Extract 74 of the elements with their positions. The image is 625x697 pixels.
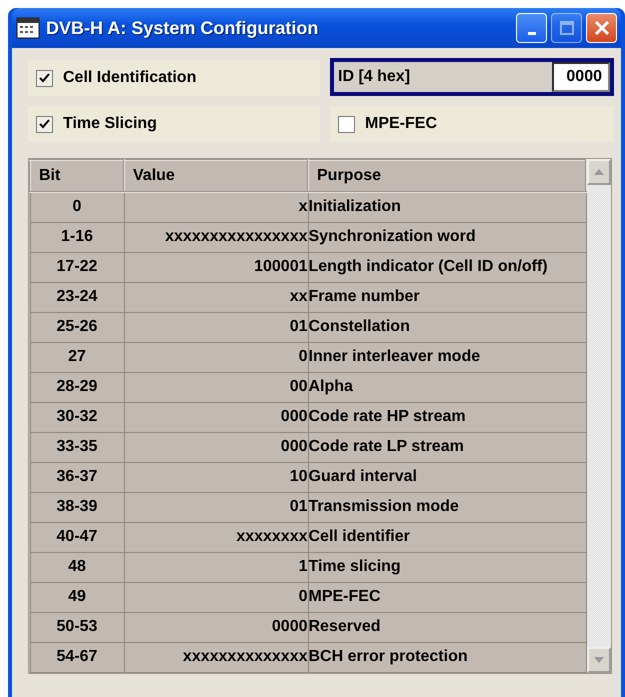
table-cell: 50-53 [30,612,124,642]
table-cell: Constellation [308,312,586,342]
table-cell: 23-24 [30,282,124,312]
minimize-icon [528,32,536,34]
checkbox-label: MPE-FEC [365,114,437,134]
close-icon [594,20,610,36]
table-cell: MPE-FEC [308,582,586,612]
checkbox-row[interactable]: MPE-FEC [330,106,614,142]
table-cell: 0000 [124,612,308,642]
table-cell: 36-37 [30,462,124,492]
column-header[interactable]: Bit [30,160,124,192]
maximize-icon [558,20,574,36]
table-cell: Initialization [308,192,586,222]
table-cell: 0 [124,342,308,372]
column-header[interactable]: Purpose [308,160,586,192]
table-cell: Time slicing [308,552,586,582]
up-arrow-icon [594,169,604,175]
table-cell: 10 [124,462,308,492]
table-cell: Inner interleaver mode [308,342,586,372]
minimize-button[interactable] [516,13,547,43]
table-cell: 01 [124,312,308,342]
table-cell: xxxxxxxx [124,522,308,552]
table-cell: Alpha [308,372,586,402]
table-cell: 00 [124,372,308,402]
checkbox-row[interactable]: Time Slicing [28,106,320,142]
table-cell: 0 [30,192,124,222]
window-title: DVB-H A: System Configuration [46,16,320,40]
table-cell: Guard interval [308,462,586,492]
table-cell: Length indicator (Cell ID on/off) [308,252,586,282]
checkbox-label: Cell Identification [63,68,196,88]
table-cell: 01 [124,492,308,522]
table-cell: 48 [30,552,124,582]
table-cell: xxxxxxxxxxxxxxxx [124,222,308,252]
table-cell: xx [124,282,308,312]
checkbox[interactable] [36,70,53,86]
scroll-up-button[interactable] [587,159,611,185]
input-field[interactable]: 0000 [552,62,610,92]
checkbox[interactable] [36,116,53,132]
table-cell: 40-47 [30,522,124,552]
table-cell: Code rate LP stream [308,432,586,462]
checkbox-row[interactable]: Cell Identification [28,60,320,96]
table-cell: Synchronization word [308,222,586,252]
table-cell: 54-67 [30,642,124,672]
table-cell: Frame number [308,282,586,312]
table-cell: 000 [124,432,308,462]
scroll-down-button[interactable] [587,646,611,672]
table-cell: 38-39 [30,492,124,522]
scrollbar[interactable] [587,159,611,672]
window-icon [16,17,40,39]
table-cell: 27 [30,342,124,372]
table-cell: 28-29 [30,372,124,402]
table-cell: 33-35 [30,432,124,462]
table-cell: 1 [124,552,308,582]
close-button[interactable] [586,13,617,43]
table-cell: 000 [124,402,308,432]
table-cell: xxxxxxxxxxxxxx [124,642,308,672]
table-cell: Transmission mode [308,492,586,522]
table-cell: x [124,192,308,222]
column-header[interactable]: Value [124,160,308,192]
table-cell: 0 [124,582,308,612]
table-cell: 30-32 [30,402,124,432]
table-cell: Reserved [308,612,586,642]
table-cell: Cell identifier [308,522,586,552]
table-cell: 25-26 [30,312,124,342]
table-cell: 49 [30,582,124,612]
table-cell: BCH error protection [308,642,586,672]
table-cell: Code rate HP stream [308,402,586,432]
down-arrow-icon [594,656,604,662]
table-cell: 17-22 [30,252,124,282]
checkbox[interactable] [338,116,355,132]
table-cell: 1-16 [30,222,124,252]
checkbox-label: Time Slicing [63,114,157,134]
table-cell: 100001 [124,252,308,282]
field-label: ID [4 hex] [338,67,410,87]
